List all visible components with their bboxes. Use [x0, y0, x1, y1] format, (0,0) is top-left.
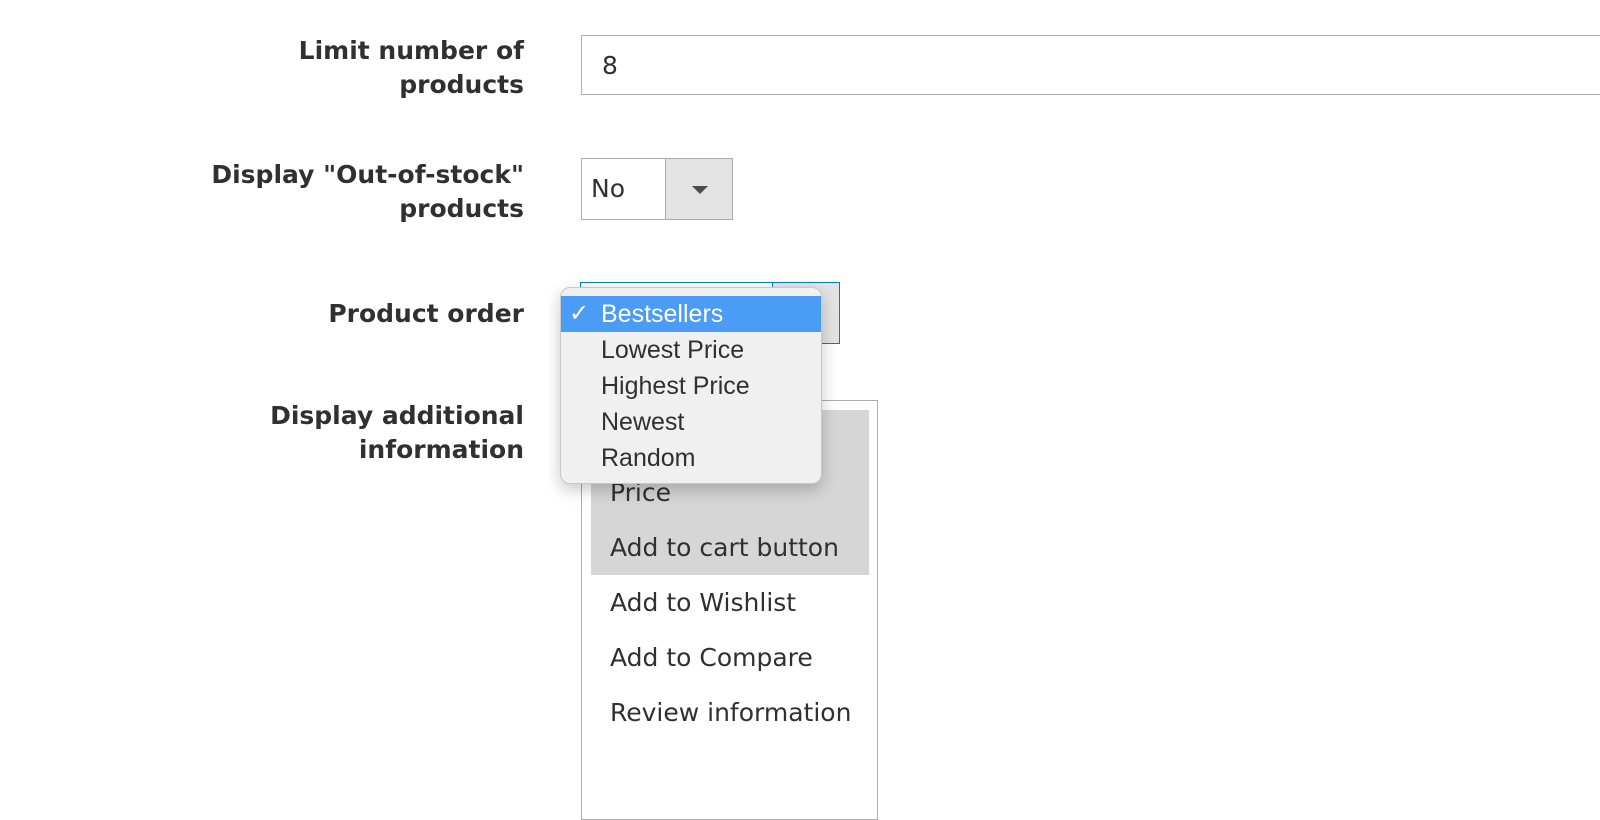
multiselect-option-review-information[interactable]: Review information [591, 685, 869, 740]
dropdown-option-label: Lowest Price [601, 336, 745, 364]
multiselect-option-add-to-wishlist[interactable]: Add to Wishlist [591, 575, 869, 630]
additional-info-label: Display additional information [124, 399, 524, 467]
dropdown-option-label: Newest [601, 408, 685, 436]
out-of-stock-label-line1: Display "Out-of-stock" [211, 160, 524, 189]
out-of-stock-select[interactable]: No [581, 158, 733, 220]
out-of-stock-label-line2: products [399, 194, 524, 223]
out-of-stock-select-value[interactable]: No [591, 173, 625, 205]
out-of-stock-label: Display "Out-of-stock" products [124, 158, 524, 226]
multiselect-option-add-to-cart[interactable]: Add to cart button [591, 520, 869, 575]
checkmark-icon: ✓ [569, 300, 590, 327]
dropdown-option-label: Bestsellers [601, 300, 724, 328]
dropdown-option-random[interactable]: Random [561, 440, 821, 476]
product-order-dropdown: ✓ Bestsellers Lowest Price Highest Price… [560, 287, 822, 484]
additional-info-label-line1: Display additional [270, 401, 524, 430]
out-of-stock-select-toggle[interactable] [665, 159, 732, 219]
limit-label-line2: products [399, 70, 524, 99]
multiselect-option-add-to-compare[interactable]: Add to Compare [591, 630, 869, 685]
limit-input-value[interactable]: 8 [602, 50, 618, 82]
product-order-label-text: Product order [328, 299, 524, 328]
limit-input[interactable]: 8 [581, 35, 1600, 95]
dropdown-option-newest[interactable]: Newest [561, 404, 821, 440]
product-order-label: Product order [124, 297, 524, 331]
limit-label: Limit number of products [124, 34, 524, 102]
chevron-down-icon [692, 186, 708, 194]
dropdown-option-label: Highest Price [601, 372, 750, 400]
limit-label-line1: Limit number of [298, 36, 524, 65]
dropdown-option-label: Random [601, 444, 696, 472]
additional-info-label-line2: information [358, 435, 524, 464]
dropdown-option-highest-price[interactable]: Highest Price [561, 368, 821, 404]
dropdown-option-bestsellers[interactable]: ✓ Bestsellers [561, 296, 821, 332]
dropdown-option-lowest-price[interactable]: Lowest Price [561, 332, 821, 368]
